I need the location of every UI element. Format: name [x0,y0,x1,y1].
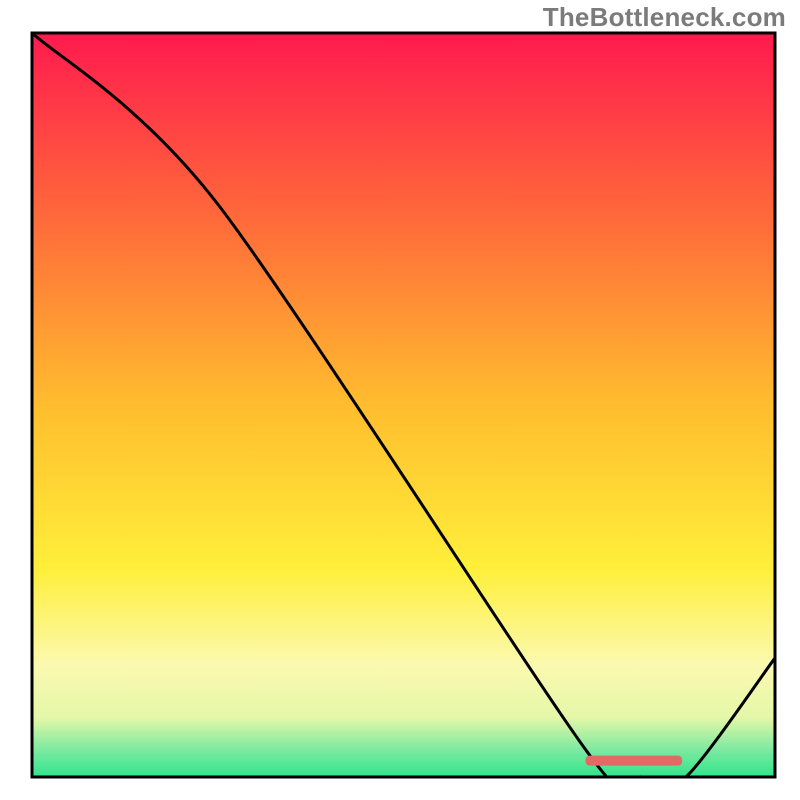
bottleneck-chart [0,0,800,800]
accent-marker [586,756,683,766]
gradient-background [32,33,775,777]
chart-container: TheBottleneck.com [0,0,800,800]
watermark-text: TheBottleneck.com [543,2,786,33]
